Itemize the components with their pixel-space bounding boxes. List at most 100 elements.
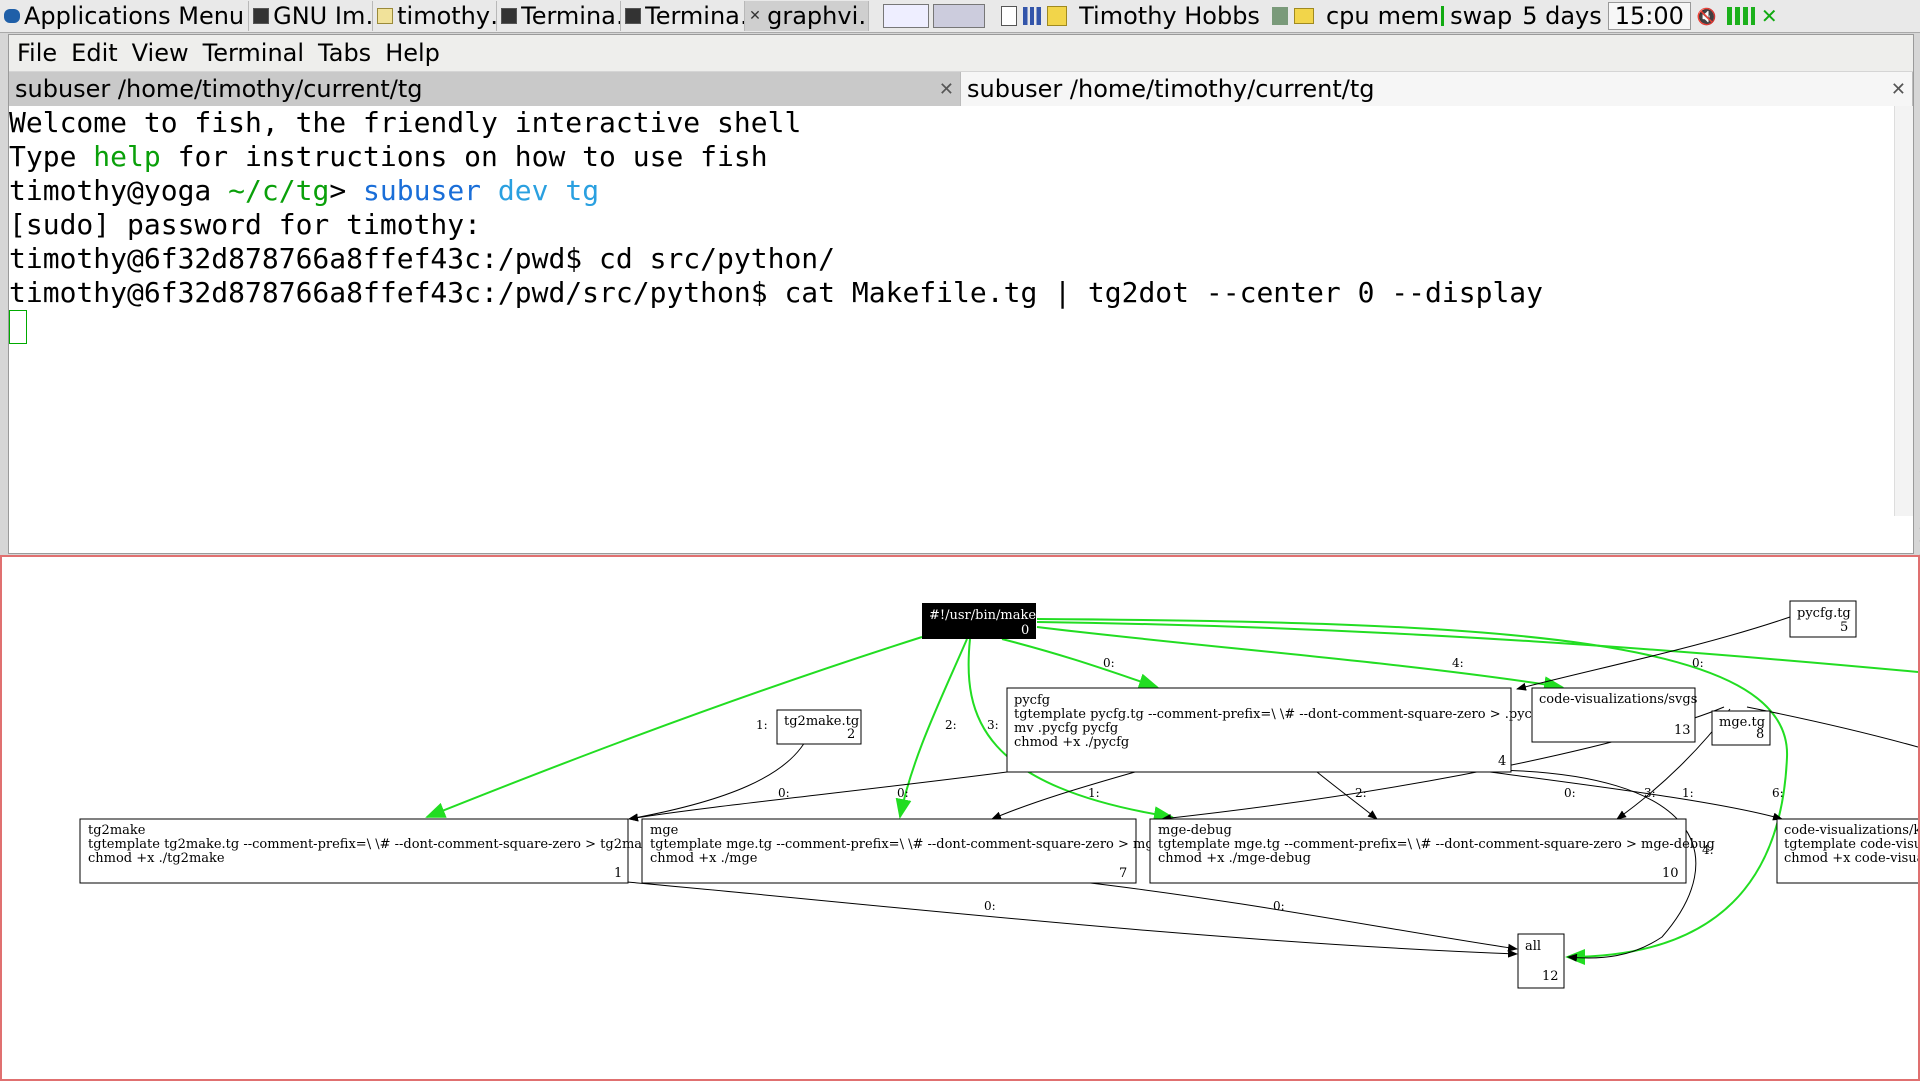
svg-text:tgtemplate mge.tg --comment-pr: tgtemplate mge.tg --comment-prefix=\ \# … (650, 837, 1162, 852)
close-icon[interactable]: ✕ (1891, 79, 1906, 100)
edge (1036, 618, 1789, 965)
svg-text:chmod +x code-visua: chmod +x code-visua (1784, 851, 1918, 866)
edge-label: 6: (1772, 786, 1784, 800)
task-folder[interactable]: timothy… (373, 1, 498, 31)
node-all[interactable]: all 12 (1517, 933, 1565, 989)
notes-icon[interactable] (1047, 6, 1068, 26)
edge (1316, 771, 1378, 820)
node-mge[interactable]: mge tgtemplate mge.tg --comment-prefix=\… (641, 818, 1162, 884)
svg-text:chmod +x ./pycfg: chmod +x ./pycfg (1014, 735, 1129, 750)
edge-label: 2: (945, 718, 957, 732)
cpu-monitor[interactable]: cpu (1320, 1, 1376, 31)
edge (991, 769, 1143, 820)
edge (1036, 626, 1564, 693)
edge (628, 731, 811, 822)
menu-view[interactable]: View (132, 39, 189, 67)
svg-text:chmod +x ./mge: chmod +x ./mge (650, 851, 758, 866)
node-pycfg-tg[interactable]: pycfg.tg 5 (1789, 600, 1857, 638)
terminal-window: File Edit View Terminal Tabs Help subuse… (8, 34, 1920, 678)
node-tg2make[interactable]: tg2make tgtemplate tg2make.tg --comment-… (79, 818, 658, 884)
edge-label: 0: (1692, 656, 1704, 670)
clipboard-icon[interactable] (1001, 6, 1018, 26)
battery-icon[interactable] (1726, 7, 1755, 25)
edge (1001, 638, 1159, 689)
edge (1036, 621, 1918, 673)
edge (895, 638, 968, 819)
xfce-mouse-icon (4, 9, 20, 23)
svg-text:pycfg.tg: pycfg.tg (1797, 606, 1851, 621)
svg-text:code-visualizations/svgs: code-visualizations/svgs (1539, 692, 1697, 707)
svg-text:4: 4 (1498, 754, 1506, 769)
menu-edit[interactable]: Edit (71, 39, 117, 67)
tray-icons (995, 1, 1073, 31)
console-line: Welcome to fish, the friendly interactiv… (9, 106, 802, 139)
node-codevis-ke[interactable]: code-visualizations/ke tgtemplate code-v… (1776, 818, 1918, 884)
text-cursor (9, 310, 27, 344)
terminal-tabs: subuser /home/timothy/current/tg ✕ subus… (9, 72, 1913, 106)
mail-icon[interactable] (1293, 8, 1314, 24)
svg-text:2: 2 (847, 727, 855, 742)
edge (1081, 881, 1518, 952)
svg-text:#!/usr/bin/make: #!/usr/bin/make (929, 608, 1036, 623)
edge-label: 0: (897, 786, 909, 800)
workspace-switcher[interactable] (877, 1, 995, 31)
tab-2[interactable]: subuser /home/timothy/current/tg ✕ (961, 72, 1913, 106)
graph-canvas[interactable]: 0: 4: 0: 1: 2: 3: 0: 0: 1: 2: 0: 3: 1: 6… (2, 557, 1918, 1079)
edge-label: 0: (1103, 656, 1115, 670)
network-icon[interactable] (1271, 7, 1288, 25)
tab-1[interactable]: subuser /home/timothy/current/tg ✕ (9, 72, 961, 106)
workspace-2[interactable] (933, 4, 986, 28)
svg-text:1: 1 (614, 866, 622, 881)
task-terminal-1[interactable]: Termina… (497, 1, 622, 31)
task-gimp[interactable]: GNU Im… (249, 1, 374, 31)
terminal-scrollbar[interactable] (1894, 106, 1913, 516)
close-x-icon[interactable]: ✕ (1761, 4, 1778, 28)
svg-text:8: 8 (1756, 727, 1764, 742)
top-panel: Applications Menu GNU Im… timothy… Termi… (0, 0, 1920, 33)
console-line: timothy@6f32d878766a8ffef43c:/pwd/src/py… (9, 276, 1544, 309)
node-mge-debug[interactable]: mge-debug tgtemplate mge.tg --comment-pr… (1149, 818, 1715, 884)
applications-menu-button[interactable]: Applications Menu (0, 1, 250, 31)
svg-text:code-visualizations/ke: code-visualizations/ke (1784, 823, 1918, 838)
menu-help[interactable]: Help (385, 39, 440, 67)
edge (1489, 771, 1783, 821)
task-terminal-2[interactable]: Termina… (621, 1, 746, 31)
swap-monitor[interactable]: swap (1446, 1, 1516, 31)
node-pycfg[interactable]: pycfg tgtemplate pycfg.tg --comment-pref… (1006, 687, 1545, 773)
edge-label: 3: (987, 718, 999, 732)
node-mge-tg[interactable]: mge.tg 8 (1711, 710, 1771, 746)
signal-icon[interactable] (1023, 7, 1042, 25)
svg-text:tg2make: tg2make (88, 823, 146, 838)
svg-text:0: 0 (1021, 623, 1029, 638)
terminal-console[interactable]: Welcome to fish, the friendly interactiv… (9, 106, 1920, 678)
task-graphviz[interactable]: ✕graphvi… (745, 1, 870, 31)
volume-muted-icon[interactable]: 🔇 (1697, 7, 1717, 26)
close-icon[interactable]: ✕ (939, 79, 954, 100)
clock[interactable]: 15:00 (1607, 2, 1691, 30)
edge-label: 4: (1452, 656, 1464, 670)
svg-text:5: 5 (1840, 620, 1848, 635)
svg-text:10: 10 (1662, 866, 1679, 881)
terminal-menubar: File Edit View Terminal Tabs Help (9, 35, 1913, 72)
console-line: [sudo] password for timothy: (9, 208, 482, 241)
svg-text:7: 7 (1119, 866, 1127, 881)
menu-file[interactable]: File (17, 39, 57, 67)
svg-text:chmod +x ./tg2make: chmod +x ./tg2make (88, 851, 225, 866)
svg-text:tgtemplate code-visua: tgtemplate code-visua (1784, 837, 1918, 852)
node-tg2make-tg[interactable]: tg2make.tg 2 (776, 709, 862, 745)
user-name[interactable]: Timothy Hobbs (1073, 1, 1266, 31)
menu-tabs[interactable]: Tabs (318, 39, 371, 67)
tray-extra (1266, 1, 1320, 31)
mem-monitor[interactable]: mem (1376, 1, 1447, 31)
workspace-1[interactable] (883, 4, 930, 28)
menu-terminal[interactable]: Terminal (203, 39, 304, 67)
svg-text:13: 13 (1674, 723, 1691, 738)
svg-text:mge: mge (650, 823, 679, 838)
edge-label: 0: (1273, 899, 1285, 913)
svg-text:mge-debug: mge-debug (1158, 823, 1232, 838)
gimp-icon (253, 8, 270, 24)
node-codevis-svgs[interactable]: code-visualizations/svgs 13 (1531, 687, 1697, 743)
edge-label: 2: (1355, 786, 1367, 800)
node-shebang[interactable]: #!/usr/bin/make 0 (922, 603, 1036, 639)
edge (1516, 616, 1791, 691)
